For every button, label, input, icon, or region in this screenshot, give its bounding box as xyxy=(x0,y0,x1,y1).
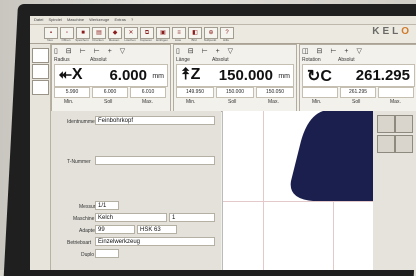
axis-x-tool-icons[interactable]: ▯ ⊟ ⊢ ⊢ + ▽ xyxy=(54,47,168,56)
menu-item-machine[interactable]: Maschine xyxy=(67,16,84,24)
axis-c-tool-icons[interactable]: ◫ ⊟ ⊢ + ▽ xyxy=(302,47,415,56)
axis-x-target-field[interactable]: 6.000 xyxy=(92,87,128,98)
sidebar-tool-3[interactable] xyxy=(32,80,49,95)
axis-z-target-label: Soll xyxy=(228,99,237,105)
axis-x-letter: ⯬X xyxy=(59,66,83,83)
toolbar-label-paste: Einfügen xyxy=(156,38,168,42)
ident-field[interactable]: Feinbohrkopf xyxy=(95,116,215,125)
menu-item-help[interactable]: ? xyxy=(131,16,133,24)
duplo-label: Duplo xyxy=(81,252,95,258)
axis-z-display: ⯭Z 150.000 mm xyxy=(176,64,294,87)
ident-label: Identnummer xyxy=(67,119,97,125)
axis-z-unit: mm xyxy=(278,73,290,80)
left-sidebar xyxy=(30,44,51,270)
toolbar-label-copy: Kopieren xyxy=(139,38,152,42)
adapter-type-field[interactable]: HSK 63 xyxy=(137,225,177,234)
axis-c-header-left: Rotation xyxy=(302,57,321,63)
axis-x-max-label: Max. xyxy=(142,99,153,105)
toolbar-label-image: Bild xyxy=(191,38,197,42)
toolbar-label-open: Öffnen xyxy=(61,38,71,42)
menu-item-file[interactable]: Datei xyxy=(34,16,43,24)
axis-panel-c: ◫ ⊟ ⊢ + ▽ Rotation Absolut ↻C 261.295 261… xyxy=(299,44,416,112)
axis-x-header-right: Absolut xyxy=(90,57,107,63)
t-number-label: T-Nummer xyxy=(67,159,91,165)
axis-c-max-label: Max. xyxy=(390,99,401,105)
camera-thumbnail-2[interactable] xyxy=(395,115,413,133)
axis-z-min-field[interactable]: 149.950 xyxy=(176,87,214,98)
axis-z-max-field[interactable]: 150.050 xyxy=(256,87,294,98)
axis-z-max-label: Max. xyxy=(268,99,279,105)
grid-line-vertical xyxy=(263,111,264,270)
axis-c-target-field[interactable]: 261.295 xyxy=(340,87,376,98)
toolbar-label-print: Drucken xyxy=(92,38,104,42)
axis-z-tool-icons[interactable]: ▯ ⊟ ⊢ + ▽ xyxy=(176,47,294,56)
toolbar-label-list: Liste xyxy=(174,38,182,42)
axis-z-letter: ⯭Z xyxy=(181,66,201,83)
axis-panel-z: ▯ ⊟ ⊢ + ▽ Länge Absolut ⯭Z 150.000 mm 149… xyxy=(173,44,297,112)
menu-item-spindle[interactable]: Spindel xyxy=(48,16,61,24)
machine-number-field[interactable]: 1 xyxy=(169,213,215,222)
axis-x-display: ⯬X 6.000 mm xyxy=(54,64,168,87)
menu-item-extras[interactable]: Extras xyxy=(114,16,125,24)
brand-logo: KELO xyxy=(372,26,412,37)
machine-field[interactable]: Kelch xyxy=(95,213,167,222)
toolbar-label-measure: Messen xyxy=(108,38,120,42)
axis-x-unit: mm xyxy=(152,73,164,80)
axis-c-max-field[interactable] xyxy=(378,87,414,98)
toolbar-label-zero: Nullpunkt xyxy=(203,38,217,42)
application-window: Datei Spindel Maschine Werkzeuge Extras … xyxy=(30,16,416,270)
toolbar-label-delete: Löschen xyxy=(124,38,136,42)
axis-c-value: 261.295 xyxy=(355,67,410,84)
axis-c-target-label: Soll xyxy=(352,99,361,105)
axis-c-header-right: Absolut xyxy=(338,57,355,63)
machine-label: Maschine xyxy=(73,216,95,222)
axis-z-header-left: Länge xyxy=(176,57,190,63)
axis-x-target-label: Soll xyxy=(104,99,113,105)
tool-image-view[interactable] xyxy=(222,111,393,270)
axis-c-display: ↻C 261.295 xyxy=(302,64,415,87)
axis-c-min-field[interactable] xyxy=(302,87,338,98)
axis-c-letter: ↻C xyxy=(307,68,332,85)
camera-thumbnail-1[interactable] xyxy=(377,115,395,133)
axis-z-header-right: Absolut xyxy=(212,57,229,63)
toolbar: ▪ ▫ ■ ▤ ◆ ✕ ⧉ ▣ ≡ ◧ ⊕ ? Neu Öffnen Speic… xyxy=(30,25,416,44)
axis-z-min-label: Min. xyxy=(186,99,196,105)
toolbar-label-help: Hilfe xyxy=(222,38,229,42)
axis-x-min-field[interactable]: 5.990 xyxy=(54,87,90,98)
menu-bar: Datei Spindel Maschine Werkzeuge Extras … xyxy=(30,16,416,25)
duplo-field[interactable] xyxy=(95,249,119,258)
grid-line-horizontal xyxy=(223,201,373,202)
camera-thumbnail-4[interactable] xyxy=(395,135,413,153)
t-number-field[interactable] xyxy=(95,156,215,165)
tool-data-form: Identnummer Feinbohrkopf T-Nummer Messun… xyxy=(51,111,221,270)
measurement-field[interactable]: 1/1 xyxy=(95,201,119,210)
axis-z-value: 150.000 xyxy=(218,67,273,84)
toolbar-label-new: Neu xyxy=(47,38,53,42)
adapter-field[interactable]: 99 xyxy=(95,225,135,234)
axis-x-header-left: Radius xyxy=(54,57,70,63)
axis-panels: ▯ ⊟ ⊢ ⊢ + ▽ Radius Absolut ⯬X 6.000 mm 5.… xyxy=(51,44,416,112)
axis-x-max-field[interactable]: 6.010 xyxy=(130,87,166,98)
axis-z-target-field[interactable]: 150.000 xyxy=(216,87,254,98)
camera-thumbnail-3[interactable] xyxy=(377,135,395,153)
axis-panel-x: ▯ ⊟ ⊢ ⊢ + ▽ Radius Absolut ⯬X 6.000 mm 5.… xyxy=(51,44,171,112)
toolbar-label-save: Speichern xyxy=(75,38,89,42)
adapter-label: Adapter xyxy=(79,228,97,234)
operating-mode-label: Betriebsart xyxy=(67,240,92,246)
sidebar-tool-2[interactable] xyxy=(32,64,49,79)
operating-mode-field[interactable]: Einzelwerkzeug xyxy=(95,237,215,246)
sidebar-tool-1[interactable] xyxy=(32,48,49,63)
axis-c-min-label: Min. xyxy=(312,99,322,105)
axis-x-value: 6.000 xyxy=(109,67,147,84)
axis-x-min-label: Min. xyxy=(64,99,74,105)
menu-item-tools[interactable]: Werkzeuge xyxy=(89,16,109,24)
camera-thumbnails xyxy=(373,111,416,270)
